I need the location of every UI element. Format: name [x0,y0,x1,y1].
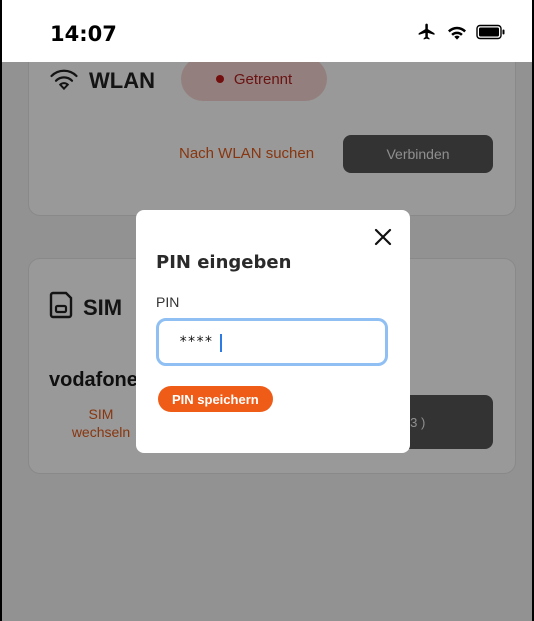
battery-icon [476,24,506,45]
pin-dialog: PIN eingeben PIN PIN speichern [136,210,410,453]
wifi-icon [446,23,468,46]
text-caret [220,334,222,352]
pin-field-label: PIN [156,294,180,310]
pin-input[interactable] [156,318,388,366]
save-pin-button[interactable]: PIN speichern [158,386,273,412]
close-icon [370,228,396,253]
status-icons [416,22,506,47]
status-bar: 14:07 [2,0,532,62]
status-time: 14:07 [50,22,117,46]
close-button[interactable] [370,224,396,250]
airplane-icon [416,22,438,47]
phone-screen: 14:07 WLAN Getrennt Nach WLAN suchen Ver… [0,0,534,621]
dialog-title: PIN eingeben [156,252,292,273]
